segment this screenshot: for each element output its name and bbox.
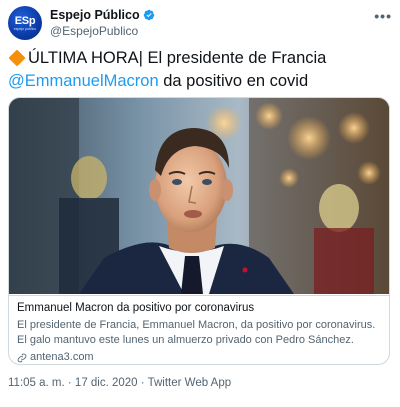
card-photo (9, 98, 389, 294)
account-names: Espejo Público @EspejoPublico (50, 8, 155, 38)
tweet[interactable]: ESp espejo publico Espejo Público @Espej… (0, 0, 400, 407)
card-description: El presidente de Francia, Emmanuel Macro… (17, 319, 376, 346)
card-domain-row: antena3.com (17, 350, 381, 364)
card-image[interactable] (9, 98, 389, 294)
tweet-header: ESp espejo publico Espejo Público @Espej… (8, 6, 392, 42)
display-name[interactable]: Espejo Público (50, 8, 140, 22)
card-domain: antena3.com (30, 351, 94, 363)
meta-separator: · (64, 377, 75, 389)
link-card[interactable]: Emmanuel Macron da positivo por coronavi… (8, 97, 390, 365)
card-title: Emmanuel Macron da positivo por coronavi… (17, 302, 255, 314)
tweet-meta: 11:05 a. m. · 17 dic. 2020 · Twitter Web… (8, 377, 231, 389)
avatar[interactable]: ESp espejo publico (8, 6, 42, 40)
more-icon[interactable]: ••• (374, 8, 392, 24)
link-icon (17, 353, 27, 362)
tweet-source[interactable]: Twitter Web App (148, 377, 232, 389)
tweet-text-part1: ÚLTIMA HORA| El presidente de Francia (28, 49, 327, 67)
tweet-text: ÚLTIMA HORA| El presidente de Francia @E… (8, 47, 394, 93)
display-name-row: Espejo Público (50, 8, 155, 22)
tweet-time[interactable]: 11:05 a. m. (8, 377, 65, 389)
avatar-logo-subtext: espejo publico (13, 26, 37, 31)
tweet-text-part2: da positivo en covid (158, 72, 309, 90)
handle[interactable]: @EspejoPublico (50, 24, 155, 38)
tweet-date[interactable]: 17 dic. 2020 (75, 377, 138, 389)
verified-badge-icon (143, 9, 154, 21)
card-body[interactable]: Emmanuel Macron da positivo por coronavi… (9, 295, 389, 364)
avatar-logo-text: ESp (14, 14, 36, 27)
mention-link[interactable]: @EmmanuelMacron (8, 72, 159, 90)
orange-diamond-icon (8, 49, 26, 67)
meta-separator: · (137, 377, 148, 389)
